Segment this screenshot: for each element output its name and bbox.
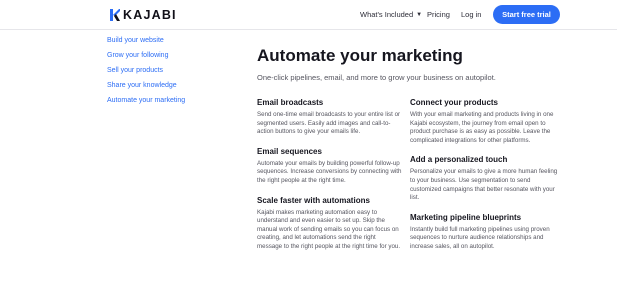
feature-body: With your email marketing and products l…	[410, 111, 554, 144]
sidebar-item-build-website[interactable]: Build your website	[107, 36, 185, 46]
sidebar-nav: Build your website Grow your following S…	[107, 36, 185, 111]
feature-title: Add a personalized touch	[410, 155, 508, 165]
nav-pricing[interactable]: Pricing	[427, 9, 450, 21]
start-free-trial-button[interactable]: Start free trial	[493, 5, 560, 24]
page-subtitle: One-click pipelines, email, and more to …	[257, 73, 496, 82]
feature-email-broadcasts: Email broadcasts Send one-time email bro…	[257, 97, 402, 137]
feature-pipeline-blueprints: Marketing pipeline blueprints Instantly …	[410, 212, 562, 252]
features-right-column: Connect your products With your email ma…	[410, 97, 562, 261]
feature-body: Automate your emails by building powerfu…	[257, 159, 402, 184]
feature-title: Email broadcasts	[257, 98, 324, 107]
sidebar-item-automate-marketing[interactable]: Automate your marketing	[107, 96, 185, 106]
nav-whats-included[interactable]: What's Included ▼	[360, 9, 422, 21]
feature-title: Connect your products	[410, 98, 499, 107]
sidebar-item-grow-following[interactable]: Grow your following	[107, 51, 185, 61]
feature-body: Personalize your emails to give a more h…	[410, 168, 558, 202]
feature-title: Email sequences	[257, 146, 322, 156]
feature-title: Scale faster with automations	[257, 195, 370, 205]
page-title: Automate your marketing	[257, 46, 463, 65]
kajabi-k-icon	[110, 9, 120, 21]
feature-body: Send one-time email broadcasts to your e…	[257, 111, 401, 136]
feature-email-sequences: Email sequences Automate your emails by …	[257, 146, 402, 186]
feature-body: Kajabi makes marketing automation easy t…	[257, 208, 401, 250]
feature-title: Marketing pipeline blueprints	[410, 212, 522, 222]
sidebar-item-sell-products[interactable]: Sell your products	[107, 66, 185, 76]
feature-scale-automations: Scale faster with automations Kajabi mak…	[257, 195, 402, 252]
brand-logo[interactable]: KAJABI	[110, 8, 177, 22]
features-left-column: Email broadcasts Send one-time email bro…	[257, 97, 402, 261]
feature-body: Instantly build full marketing pipelines…	[410, 225, 550, 250]
top-header: KAJABI What's Included ▼ Pricing Log in S…	[0, 0, 617, 30]
feature-personalized-touch: Add a personalized touch Personalize you…	[410, 154, 562, 202]
chevron-down-icon: ▼	[416, 12, 423, 18]
sidebar-item-share-knowledge[interactable]: Share your knowledge	[107, 81, 185, 91]
nav-whats-included-label: What's Included	[360, 10, 414, 19]
nav-login[interactable]: Log in	[461, 9, 481, 21]
feature-connect-products: Connect your products With your email ma…	[410, 97, 562, 145]
brand-name: KAJABI	[123, 8, 177, 22]
